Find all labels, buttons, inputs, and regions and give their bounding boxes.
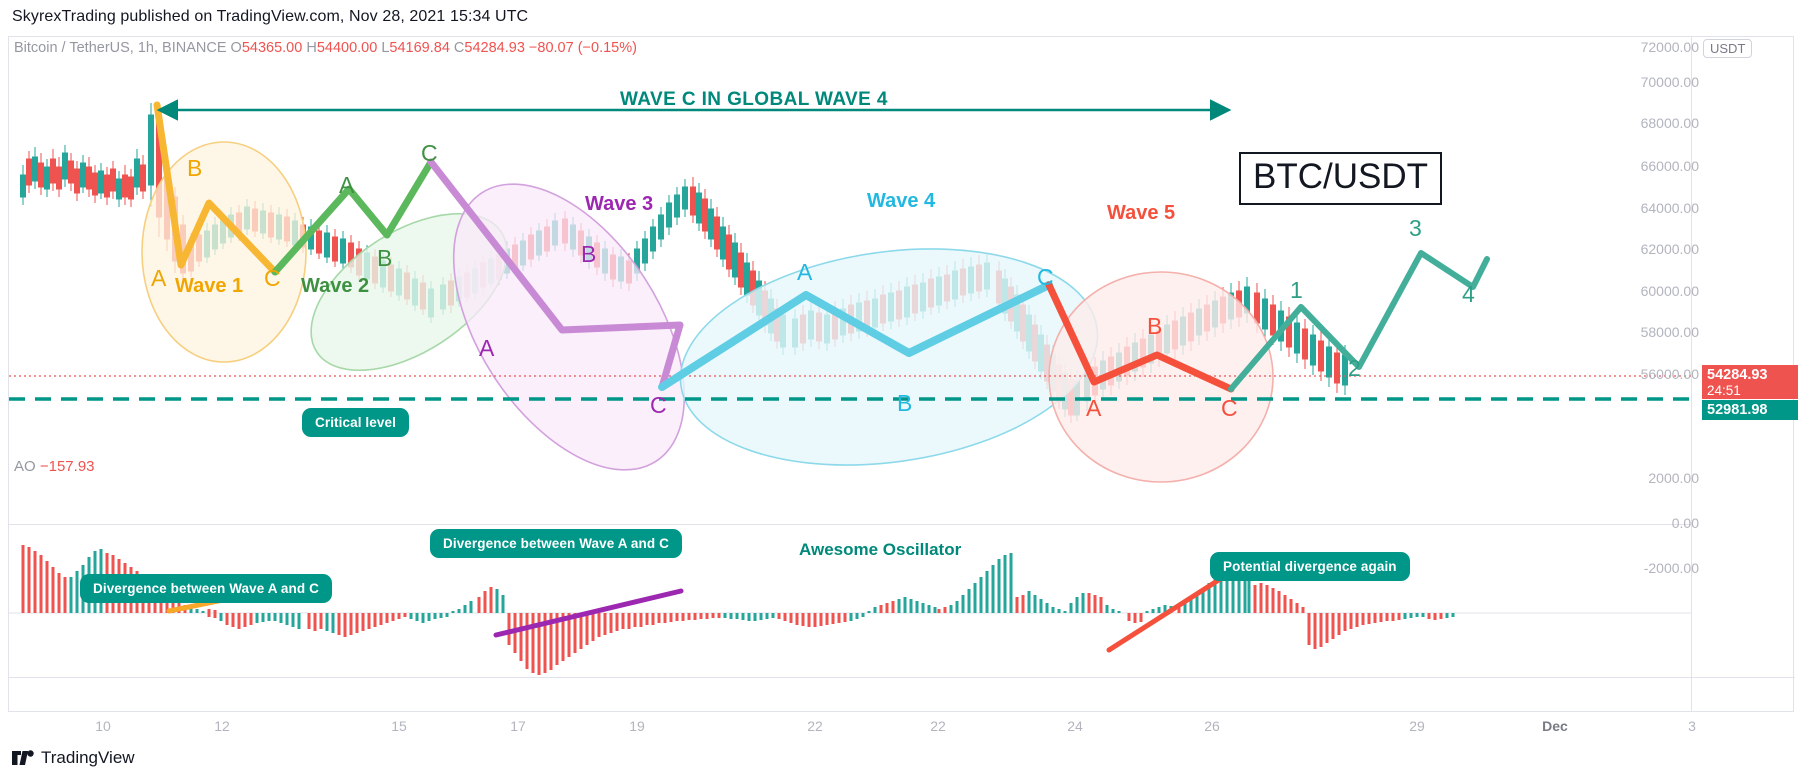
wave1-label-a: A <box>151 265 167 291</box>
wave2-label-a: A <box>339 172 355 198</box>
wave5-label-c: C <box>1221 395 1238 421</box>
wave2-title: Wave 2 <box>301 275 370 297</box>
price-tick: 58000.00 <box>1640 324 1699 340</box>
ao-tick: -2000.00 <box>1643 560 1699 576</box>
ao-name: AO <box>14 458 36 475</box>
time-tick: 22 <box>930 718 946 734</box>
callout-text: Divergence between Wave A and C <box>443 536 669 551</box>
wave2-label-c: C <box>421 140 438 166</box>
close-label: C <box>453 40 465 56</box>
callout-text: Potential divergence again <box>1223 559 1397 574</box>
high-label: H <box>306 40 317 56</box>
wave5-label-a: A <box>1086 395 1102 421</box>
publisher-line: SkyrexTrading published on TradingView.c… <box>12 8 529 25</box>
low-value: 54169.84 <box>389 40 450 56</box>
awesome-oscillator-title: Awesome Oscillator <box>799 540 962 559</box>
callout-text: Divergence between Wave A and C <box>93 581 319 596</box>
price-tick: 64000.00 <box>1640 200 1699 216</box>
countdown-value: 24:51 <box>1707 383 1741 398</box>
tradingview-logo-icon <box>12 750 34 765</box>
symbol-watermark: BTC/USDT <box>1239 152 1442 205</box>
wave2-label-b: B <box>377 245 393 271</box>
callout-potential-divergence[interactable]: Potential divergence again <box>1210 552 1410 581</box>
wave4-label-a: A <box>797 259 813 285</box>
wave4-label-b: B <box>897 390 913 416</box>
wave3-label-b: B <box>581 241 597 267</box>
wave4-label-c: C <box>1037 264 1054 290</box>
change-value: −80.07 (−0.15%) <box>528 40 637 56</box>
global-wave-title: WAVE C IN GLOBAL WAVE 4 <box>620 89 888 110</box>
tradingview-brand: TradingView <box>12 748 135 768</box>
wave3-label-a: A <box>479 335 495 361</box>
wave1-label-b: B <box>187 155 203 181</box>
critical-level-badge[interactable]: 52981.98 <box>1702 400 1798 420</box>
tradingview-brand-name: TradingView <box>41 748 135 767</box>
price-tick: 56000.00 <box>1640 366 1699 382</box>
last-price-badge[interactable]: 54284.93 24:51 <box>1702 365 1798 399</box>
high-value: 54400.00 <box>316 40 378 56</box>
close-value: 54284.93 <box>464 40 525 56</box>
wave1-title: Wave 1 <box>175 275 244 297</box>
last-price-value: 54284.93 <box>1707 367 1768 383</box>
time-tick: 24 <box>1067 718 1083 734</box>
symbol-label: Bitcoin / TetherUS, 1h, BINANCE <box>14 40 227 56</box>
time-tick: 26 <box>1204 718 1220 734</box>
time-tick: 15 <box>391 718 407 734</box>
ao-tick: 0.00 <box>1671 515 1699 531</box>
time-tick-month: Dec <box>1542 718 1568 734</box>
time-tick: 3 <box>1688 718 1696 734</box>
forecast-label-2: 2 <box>1348 355 1361 381</box>
callout-critical-level[interactable]: Critical level <box>302 408 409 437</box>
forecast-label-3: 3 <box>1409 215 1422 241</box>
callout-text: Critical level <box>315 415 396 430</box>
time-tick: 29 <box>1409 718 1425 734</box>
forecast-label-4: 4 <box>1462 281 1475 307</box>
price-tick: 70000.00 <box>1640 74 1699 90</box>
price-tick: 62000.00 <box>1640 241 1699 257</box>
ao-value: −157.93 <box>39 458 95 475</box>
time-tick: 12 <box>214 718 230 734</box>
wave4-title: Wave 4 <box>867 190 936 212</box>
wave3-title: Wave 3 <box>585 193 654 215</box>
time-tick: 19 <box>629 718 645 734</box>
time-tick-22: 22 <box>807 718 823 734</box>
callout-divergence-1[interactable]: Divergence between Wave A and C <box>80 574 332 603</box>
forecast-label-1: 1 <box>1290 277 1303 303</box>
open-value: 54365.00 <box>241 40 303 56</box>
price-tick: 66000.00 <box>1640 158 1699 174</box>
time-axis <box>9 677 1795 712</box>
wave1-label-c: C <box>264 265 281 291</box>
time-tick: 17 <box>510 718 526 734</box>
chart-frame: A B C Wave 1 A B C Wave 2 A B C Wave 3 A… <box>8 36 1795 712</box>
chart-legend[interactable]: Bitcoin / TetherUS, 1h, BINANCE O54365.0… <box>14 40 637 56</box>
price-tick: 68000.00 <box>1640 115 1699 131</box>
currency-chip[interactable]: USDT <box>1703 39 1753 58</box>
wave5-label-b: B <box>1147 313 1163 339</box>
time-tick: 10 <box>95 718 111 734</box>
ao-legend[interactable]: AO −157.93 <box>14 458 95 475</box>
callout-divergence-2[interactable]: Divergence between Wave A and C <box>430 529 682 558</box>
wave5-title: Wave 5 <box>1107 202 1176 224</box>
open-label: O <box>230 40 242 56</box>
price-tick: 60000.00 <box>1640 283 1699 299</box>
ao-tick: 2000.00 <box>1648 470 1699 486</box>
wave3-label-c: C <box>650 392 667 418</box>
tradingview-chart-screenshot: SkyrexTrading published on TradingView.c… <box>0 0 1802 784</box>
price-tick: 72000.00 <box>1640 39 1699 55</box>
